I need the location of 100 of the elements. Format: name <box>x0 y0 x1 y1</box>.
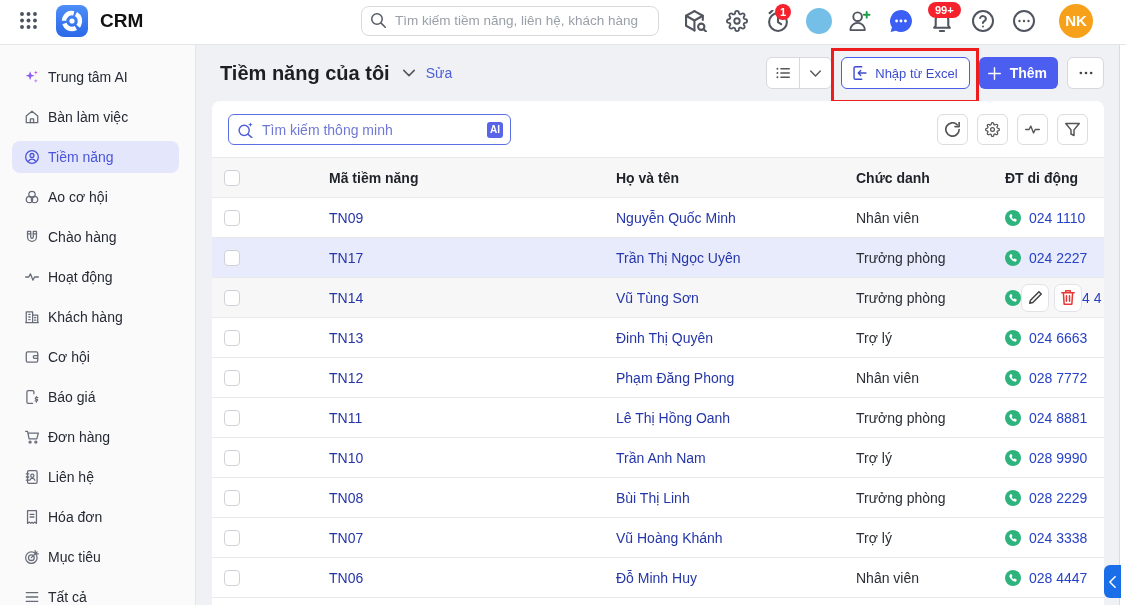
lead-name-link[interactable]: Đinh Thị Quyên <box>616 329 713 346</box>
filter-button[interactable] <box>1057 114 1088 145</box>
search-icon <box>371 13 386 28</box>
activity-button[interactable] <box>1017 114 1048 145</box>
phone-number-link[interactable]: 024 6663 <box>1029 329 1088 346</box>
lead-name-link[interactable]: Vũ Tùng Sơn <box>616 289 699 306</box>
job-title-text: Trợ lý <box>856 329 892 346</box>
phone-number-link[interactable]: 028 4447 <box>1029 569 1088 586</box>
phone-number-link[interactable]: 024 2227 <box>1029 249 1088 266</box>
refresh-button[interactable] <box>937 114 968 145</box>
sidebar-item[interactable]: Trung tâm AI <box>12 61 179 93</box>
sidebar-item[interactable]: Tiềm năng <box>12 141 179 173</box>
chevron-down-icon[interactable] <box>402 69 415 77</box>
sidebar-item[interactable]: Khách hàng <box>12 301 179 333</box>
add-button[interactable]: Thêm <box>978 57 1058 89</box>
lead-code-link[interactable]: TN17 <box>329 249 364 266</box>
three-circles-icon <box>25 190 39 204</box>
sidebar-item[interactable]: Báo giá <box>12 381 179 413</box>
ai-search-icon <box>238 121 254 138</box>
table-row[interactable]: TN08 Bùi Thị Linh Trưởng phòng 028 2229 <box>212 477 1104 518</box>
lead-name-link[interactable]: Lê Thị Hồng Oanh <box>616 409 731 426</box>
sidebar-item[interactable]: Tất cả <box>12 581 179 605</box>
phone-icon <box>1005 569 1021 586</box>
row-checkbox[interactable] <box>224 369 240 386</box>
job-title-text: Nhân viên <box>856 569 920 586</box>
lead-code-link[interactable]: TN13 <box>329 329 364 346</box>
phone-number-link[interactable]: 028 9990 <box>1029 449 1088 466</box>
sidebar-item[interactable]: Bàn làm việc <box>12 101 179 133</box>
row-checkbox[interactable] <box>224 489 240 506</box>
global-search-field[interactable]: Tìm kiếm tiềm năng, liên hệ, khách hàng <box>361 5 659 36</box>
house-icon <box>25 110 39 124</box>
lead-code-link[interactable]: TN08 <box>329 489 364 506</box>
table-row[interactable]: TN06 Đỗ Minh Huy Nhân viên 028 4447 <box>212 557 1104 598</box>
sidebar-item[interactable]: Chào hàng <box>12 221 179 253</box>
row-checkbox[interactable] <box>224 569 240 586</box>
page-title: Tiềm năng của tôi <box>220 61 390 85</box>
gear-icon <box>726 9 748 32</box>
row-checkbox[interactable] <box>224 529 240 546</box>
table-row[interactable]: TN12 Phạm Đăng Phong Nhân viên 028 7772 <box>212 357 1104 398</box>
table-row[interactable]: TN10 Trần Anh Nam Trợ lý 028 9990 <box>212 437 1104 478</box>
phone-number-link[interactable]: 4 4 <box>1082 289 1102 306</box>
sidebar-item[interactable]: Đơn hàng <box>12 421 179 453</box>
chat-bubble-icon <box>890 9 912 32</box>
import-excel-button[interactable]: Nhập từ Excel <box>841 57 970 89</box>
table-row[interactable]: TN11 Lê Thị Hồng Oanh Trưởng phòng 024 8881 <box>212 397 1104 438</box>
table-row[interactable]: TN14 Vũ Tùng Sơn Trưởng phòng 4 4 <box>212 277 1104 318</box>
edit-link[interactable]: Sửa <box>425 65 453 81</box>
lead-code-link[interactable]: TN07 <box>329 529 364 546</box>
select-all-checkbox[interactable] <box>224 169 240 186</box>
edit-button[interactable] <box>1021 283 1049 312</box>
column-header: Chức danh <box>844 157 993 198</box>
lead-name-link[interactable]: Trần Thị Ngọc Uyên <box>616 249 741 266</box>
lead-name-link[interactable]: Vũ Hoàng Khánh <box>616 529 723 546</box>
lead-name-link[interactable]: Trần Anh Nam <box>616 449 706 466</box>
lead-code-link[interactable]: TN09 <box>329 209 364 226</box>
phone-number-link[interactable]: 024 3338 <box>1029 529 1088 546</box>
row-checkbox[interactable] <box>224 209 240 226</box>
lead-name-link[interactable]: Bùi Thị Linh <box>616 489 690 506</box>
filter-icon <box>1065 122 1080 137</box>
sidebar-item[interactable]: Ao cơ hội <box>12 181 179 213</box>
apps-menu-button[interactable] <box>20 12 37 29</box>
phone-icon <box>1005 489 1021 506</box>
sidebar-item[interactable]: Cơ hội <box>12 341 179 373</box>
table-row[interactable]: TN07 Vũ Hoàng Khánh Trợ lý 024 3338 <box>212 517 1104 558</box>
delete-button[interactable] <box>1054 283 1082 312</box>
phone-number-link[interactable]: 024 8881 <box>1029 409 1088 426</box>
row-checkbox[interactable] <box>224 249 240 266</box>
lead-code-link[interactable]: TN06 <box>329 569 364 586</box>
row-checkbox[interactable] <box>224 409 240 426</box>
sidebar-item[interactable]: Hóa đơn <box>12 501 179 533</box>
job-title-text: Trợ lý <box>856 449 892 466</box>
row-checkbox[interactable] <box>224 449 240 466</box>
lead-code-link[interactable]: TN10 <box>329 449 364 466</box>
lead-code-link[interactable]: TN12 <box>329 369 364 386</box>
lead-code-link[interactable]: TN14 <box>329 289 364 306</box>
table-row[interactable]: TN13 Đinh Thị Quyên Trợ lý 024 6663 <box>212 317 1104 358</box>
collapse-panel-button[interactable] <box>1104 565 1121 598</box>
phone-number-link[interactable]: 024 1110 <box>1029 209 1086 226</box>
settings-button[interactable] <box>977 114 1008 145</box>
sidebar-item[interactable]: Mục tiêu <box>12 541 179 573</box>
lead-name-link[interactable]: Đỗ Minh Huy <box>616 569 697 586</box>
row-checkbox[interactable] <box>224 289 240 306</box>
lead-name-link[interactable]: Nguyễn Quốc Minh <box>616 209 736 226</box>
job-title-text: Trưởng phòng <box>856 489 946 506</box>
lead-name-link[interactable]: Phạm Đăng Phong <box>616 369 735 386</box>
table-row[interactable]: TN09 Nguyễn Quốc Minh Nhân viên 024 1110 <box>212 197 1104 238</box>
notification-button[interactable]: 99+ <box>926 4 958 37</box>
lead-code-link[interactable]: TN11 <box>329 409 363 426</box>
trash-icon <box>1061 290 1075 305</box>
table-row[interactable]: TN17 Trần Thị Ngọc Uyên Trưởng phòng 024 2227 <box>212 237 1104 278</box>
column-header: ĐT di động <box>993 157 1104 198</box>
column-header: Mã tiềm năng <box>317 157 604 198</box>
stopwatch-icon <box>767 9 789 32</box>
receipt-icon <box>25 510 39 524</box>
phone-number-link[interactable]: 028 7772 <box>1029 369 1088 386</box>
row-checkbox[interactable] <box>224 329 240 346</box>
sidebar-item[interactable]: Liên hệ <box>12 461 179 493</box>
sidebar-item[interactable]: Hoạt động <box>12 261 179 293</box>
phone-number-link[interactable]: 028 2229 <box>1029 489 1088 506</box>
reminder-button[interactable]: 1 <box>762 4 794 37</box>
